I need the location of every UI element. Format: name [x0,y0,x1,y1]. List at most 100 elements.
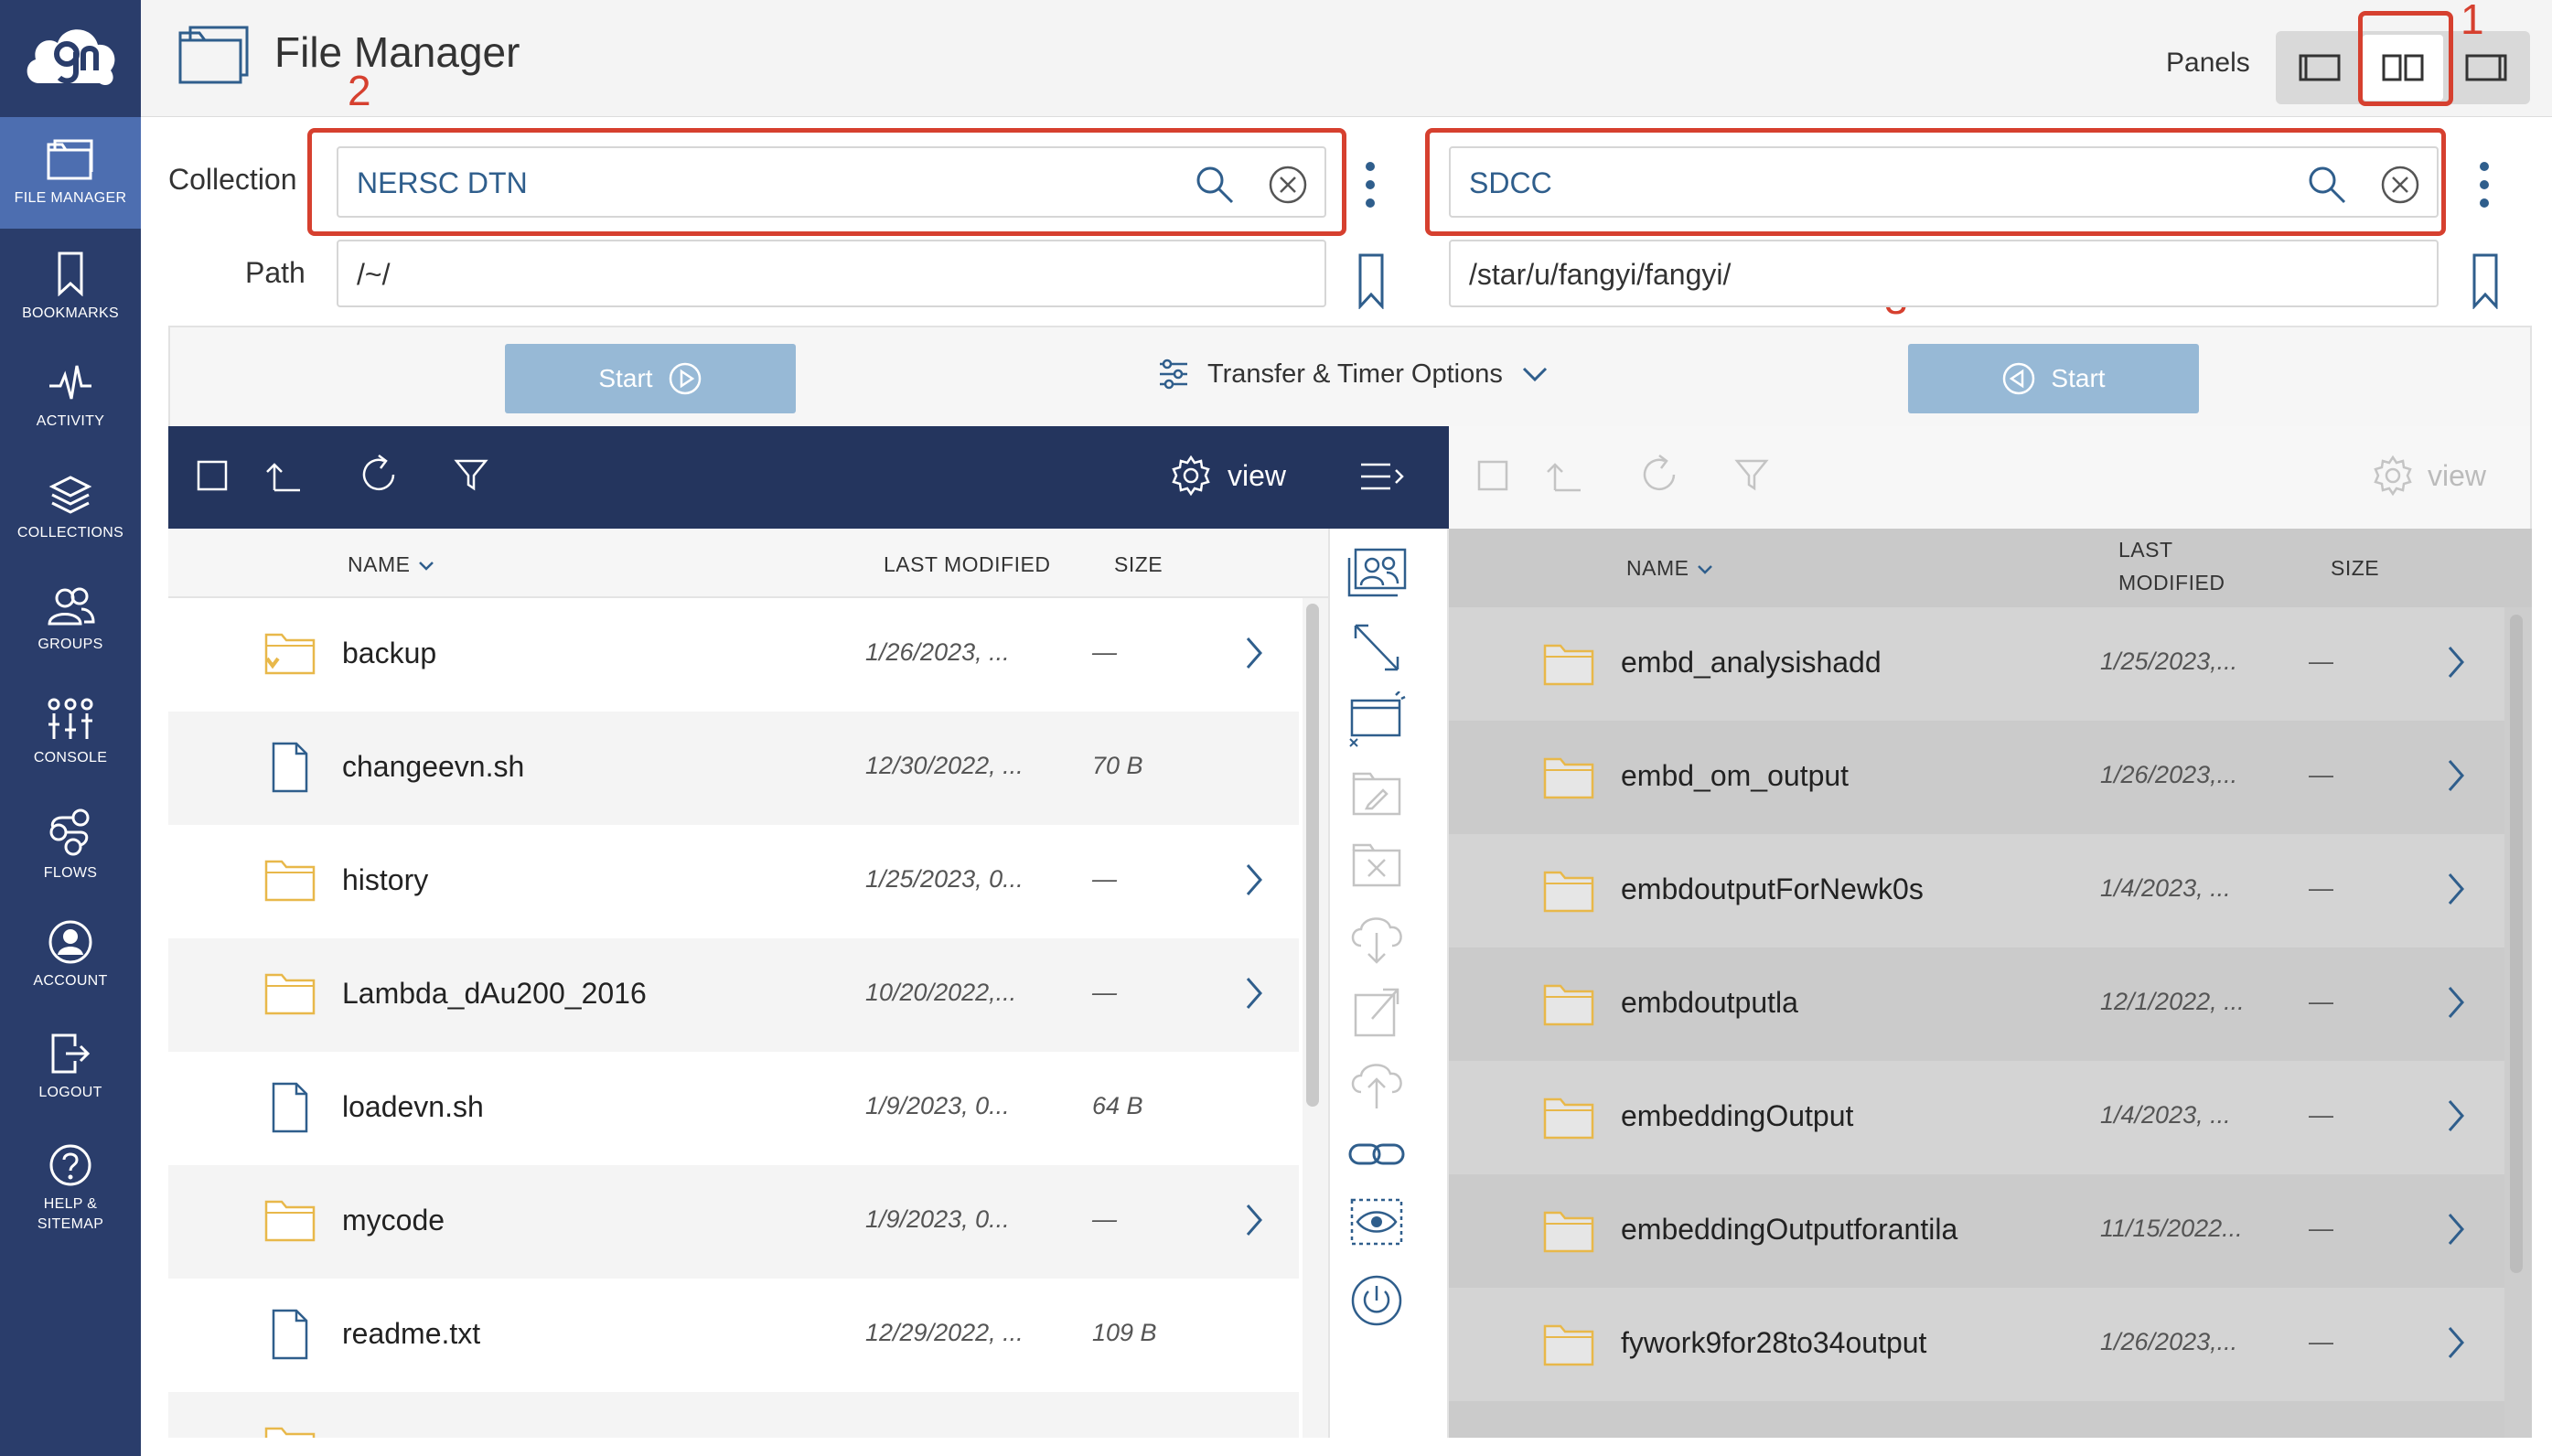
sidebar-item-label: HELP & SITEMAP [37,1196,104,1233]
size-column-header[interactable]: SIZE [2331,556,2379,581]
file-row-embd-analysishadd[interactable]: embd_analysishadd 1/25/2023,... — [1449,607,2504,721]
chevron-right-icon[interactable] [1244,862,1264,898]
clear-icon[interactable] [2380,165,2420,205]
file-name: embd_analysishadd [1621,646,1882,679]
sidebar-item-flows[interactable]: FLOWS [0,787,141,898]
chevron-right-icon[interactable] [2446,757,2466,794]
clear-icon[interactable] [1268,165,1308,205]
file-size: — [1092,865,1117,893]
bookmark-icon[interactable] [1357,252,1385,309]
settings-icon[interactable] [1169,454,1213,498]
resize-arrow-icon[interactable] [1346,620,1407,675]
sidebar-item-account[interactable]: ACCOUNT [0,898,141,1010]
name-column-header[interactable]: NAME [1626,556,1689,581]
up-folder-icon[interactable] [265,459,302,492]
link-icon[interactable] [1346,1136,1407,1172]
left-scrollbar-thumb[interactable] [1306,604,1319,1107]
file-row-history[interactable]: history 1/25/2023, 0... — [168,825,1299,938]
file-row-embd-om-output[interactable]: embd_om_output 1/26/2023,... — [1449,721,2504,834]
file-row-fywork9for28to34output[interactable]: fywork9for28to34output 1/26/2023,... — [1449,1288,2504,1401]
view-label[interactable]: view [2428,459,2486,493]
sidebar-item-activity[interactable]: ACTIVITY [0,340,141,452]
refresh-icon[interactable] [1639,454,1681,496]
chevron-right-icon[interactable] [1244,1202,1264,1238]
right-path-input[interactable]: /star/u/fangyi/fangyi/ [1449,240,2439,307]
file-row-embeddingoutputforantila[interactable]: embeddingOutputforantila 11/15/2022... — [1449,1174,2504,1288]
file-row-embeddingoutput[interactable]: embeddingOutput 1/4/2023, ... — [1449,1061,2504,1174]
refresh-icon[interactable] [359,454,401,496]
modified-column-header[interactable]: LAST MODIFIED [884,552,1050,577]
file-name: Lambda_dAu200_2016 [342,977,647,1010]
globus-logo[interactable] [0,0,141,115]
modified-column-header-line1[interactable]: LAST [2118,538,2173,562]
share-icon[interactable] [1346,547,1407,598]
file-row-readme[interactable]: readme.txt 12/29/2022, ... 109 B [168,1279,1299,1392]
up-folder-icon[interactable] [1546,459,1582,492]
select-all-checkbox[interactable] [1476,459,1509,492]
file-size: — [2309,1328,2333,1355]
sidebar-item-bookmarks[interactable]: BOOKMARKS [0,229,141,340]
chevron-right-icon[interactable] [2446,644,2466,680]
folder-link-icon [264,633,316,675]
left-start-button[interactable]: Start [505,344,796,413]
sidebar-item-collections[interactable]: COLLECTIONS [0,452,141,563]
sidebar-item-label: GROUPS [38,637,103,652]
chevron-right-icon[interactable] [2446,984,2466,1021]
bookmark-icon[interactable] [2472,252,2499,309]
file-row-embdoutputla[interactable]: embdoutputla 12/1/2022, ... — [1449,947,2504,1061]
search-icon[interactable] [2307,165,2347,205]
filter-icon[interactable] [1734,457,1769,492]
chevron-right-icon[interactable] [2446,1211,2466,1247]
view-label[interactable]: view [1228,459,1286,493]
more-options-icon[interactable] [2475,159,2493,210]
chevron-right-icon[interactable] [1244,975,1264,1012]
filter-icon[interactable] [454,457,488,492]
transfer-options-toggle[interactable]: Transfer & Timer Options [1158,359,1549,390]
file-row-backup[interactable]: backup 1/26/2023, ... — [168,598,1299,712]
sidebar-item-label: LOGOUT [38,1085,102,1100]
collapse-menu-icon[interactable] [1359,461,1405,492]
chevron-right-icon[interactable] [2446,871,2466,907]
right-collection-input[interactable]: SDCC [1449,146,2439,218]
right-start-button[interactable]: Start [1908,344,2199,413]
sort-chevron-icon[interactable] [1696,563,1714,576]
file-name: embdoutputla [1621,986,1798,1019]
sort-chevron-icon[interactable] [417,560,435,573]
file-row-embdoutputfornewk0s[interactable]: embdoutputForNewk0s 1/4/2023, ... — [1449,834,2504,947]
name-column-header[interactable]: NAME [348,552,410,577]
chevron-right-icon[interactable] [2446,1097,2466,1134]
single-panel-button[interactable] [2279,35,2360,101]
search-icon[interactable] [1195,165,1235,205]
file-row-partial[interactable] [168,1392,1299,1438]
more-options-icon[interactable] [1361,159,1379,210]
power-icon[interactable] [1346,1273,1407,1328]
select-all-checkbox[interactable] [196,459,229,492]
split-panel-button[interactable] [2363,35,2443,101]
sidebar-item-logout[interactable]: LOGOUT [0,1010,141,1121]
new-folder-icon[interactable] [1346,691,1407,752]
sidebar-item-file-manager[interactable]: FILE MANAGER [0,117,141,229]
left-collection-input[interactable]: NERSC DTN [337,146,1326,218]
size-column-header[interactable]: SIZE [1114,552,1163,577]
sidebar-item-console[interactable]: CONSOLE [0,675,141,787]
left-path-input[interactable]: /~/ [337,240,1326,307]
file-modified: 1/25/2023,... [2100,648,2238,675]
file-name: embeddingOutputforantila [1621,1213,1958,1246]
right-panel-button[interactable] [2446,35,2526,101]
open-external-icon [1354,988,1399,1037]
show-hidden-icon[interactable] [1346,1196,1407,1247]
right-scrollbar-thumb[interactable] [2510,615,2523,1273]
file-size: — [2309,988,2333,1015]
modified-column-header-line2[interactable]: MODIFIED [2118,571,2225,595]
chevron-right-icon[interactable] [1244,635,1264,671]
file-row-lambda[interactable]: Lambda_dAu200_2016 10/20/2022,... — [168,938,1299,1052]
file-row-loadevn[interactable]: loadevn.sh 1/9/2023, 0... 64 B [168,1052,1299,1165]
settings-icon[interactable] [2371,454,2415,498]
sidebar-item-help[interactable]: HELP & SITEMAP [0,1121,141,1246]
chevron-right-icon[interactable] [2446,1324,2466,1361]
file-row-changeevn[interactable]: changeevn.sh 12/30/2022, ... 70 B [168,712,1299,825]
sidebar-item-groups[interactable]: GROUPS [0,563,141,675]
start-label: Start [2051,364,2106,392]
start-label: Start [598,364,653,392]
file-row-mycode[interactable]: mycode 1/9/2023, 0... — [168,1165,1299,1279]
